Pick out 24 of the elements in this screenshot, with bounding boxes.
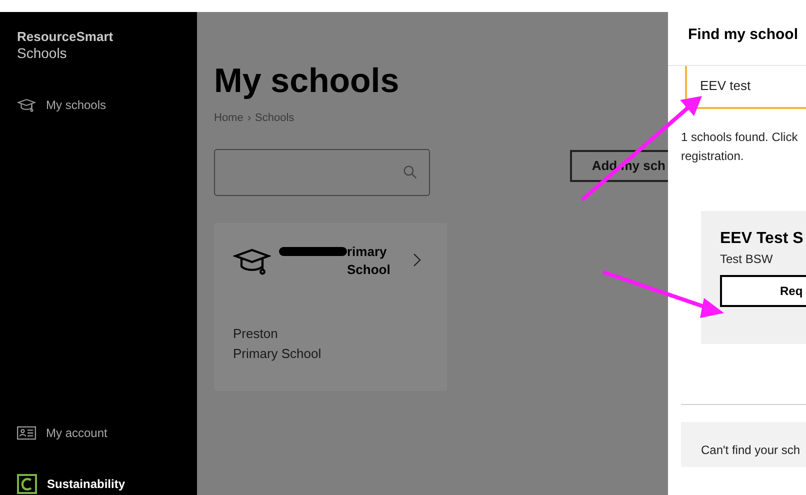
school-name: rimary School: [347, 242, 392, 278]
graduation-cap-icon: [233, 246, 271, 276]
id-card-icon: [17, 426, 36, 440]
logo-icon: [17, 474, 37, 494]
result-subtitle: Test BSW: [720, 250, 774, 268]
nav-item[interactable]: Sustainability: [17, 474, 197, 494]
school-address: Preston: [233, 324, 279, 342]
result-text: 1 schools found. Click registration.: [681, 128, 799, 164]
chevron-right-icon: [413, 252, 421, 266]
nav-item[interactable]: My account: [17, 424, 197, 442]
school-address: Primary School: [233, 344, 322, 363]
footer-text: Can't find your sch: [701, 442, 800, 458]
breadcrumb-separator: ›: [247, 111, 252, 126]
search-icon: [402, 165, 417, 179]
panel-title: Find my school: [688, 25, 800, 45]
school-card[interactable]: rimary School Preston Primary School: [214, 222, 447, 390]
graduation-cap-icon: [17, 98, 36, 112]
brand-subtitle: Schools: [17, 45, 68, 61]
result-name: EEV Test S: [720, 228, 804, 248]
nav-item[interactable]: My schools: [17, 96, 197, 114]
page-title: My schools: [214, 62, 400, 100]
request-button[interactable]: Req: [720, 274, 806, 306]
brand-name: ResourceSmart: [17, 29, 114, 45]
search-field[interactable]: [214, 148, 430, 196]
